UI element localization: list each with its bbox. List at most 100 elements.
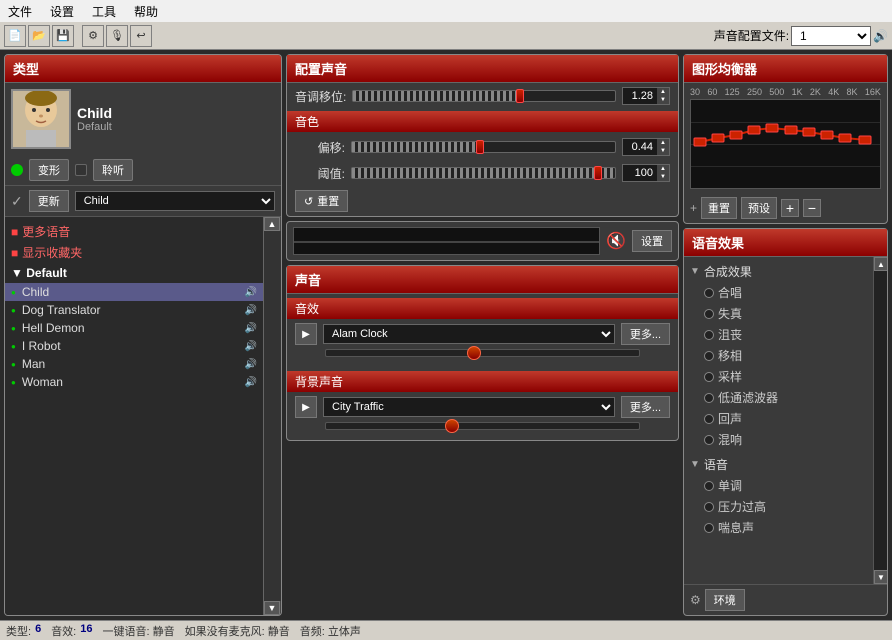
menu-help[interactable]: 帮助: [130, 3, 162, 20]
radio-phase: [704, 351, 714, 361]
avatar-info: Child Default: [77, 105, 275, 133]
reset-icon: ↺: [304, 195, 313, 208]
toolbar-open[interactable]: 📂: [28, 25, 50, 47]
eq-add-button[interactable]: +: [781, 199, 799, 217]
bg-slider-thumb[interactable]: [445, 419, 459, 433]
effect-phase[interactable]: 移相: [690, 345, 867, 366]
effect-lowpass[interactable]: 低通滤波器: [690, 387, 867, 408]
tree-scroll-down[interactable]: ▼: [264, 601, 280, 615]
toolbar-new[interactable]: 📄: [4, 25, 26, 47]
eq-grid-container: [684, 99, 887, 189]
voice-config-select[interactable]: 1: [791, 26, 871, 46]
voice-config-label: 声音配置文件:: [714, 27, 789, 44]
voice-type-select[interactable]: Child: [75, 191, 275, 211]
effect-distort[interactable]: 失真: [690, 303, 867, 324]
voice-item-dog[interactable]: ● Dog Translator 🔊: [5, 301, 263, 319]
pitch-down[interactable]: ▼: [657, 96, 669, 104]
pitch-value-box: 1.28 ▲ ▼: [622, 87, 670, 105]
effects-scroll-up[interactable]: ▲: [874, 257, 887, 271]
voice-effects-label: 语音: [704, 456, 728, 473]
bg-more-button[interactable]: 更多...: [621, 396, 670, 418]
sfx-slider[interactable]: [325, 349, 640, 357]
bg-play-button[interactable]: ▶: [295, 396, 317, 418]
waveform-settings-button[interactable]: 设置: [632, 230, 672, 252]
config-reset-button[interactable]: ↺ 重置: [295, 190, 348, 212]
synthesis-header[interactable]: ▼ 合成效果: [690, 261, 867, 282]
listen-button[interactable]: 聆听: [93, 159, 133, 181]
radio-chorus: [704, 288, 714, 298]
status-mic-label: 如果没有麦克风: 静音: [185, 623, 290, 639]
threshold-spinners[interactable]: ▲ ▼: [657, 165, 669, 181]
eq-preset-button[interactable]: 预设: [741, 197, 777, 219]
voice-item-man[interactable]: ● Man 🔊: [5, 355, 263, 373]
effect-reverb[interactable]: 混响: [690, 429, 867, 450]
threshold-value: 100: [623, 166, 657, 180]
voice-item-robot[interactable]: ● I Robot 🔊: [5, 337, 263, 355]
tree-scroll-up[interactable]: ▲: [264, 217, 280, 231]
show-favorites-item[interactable]: ■ 显示收藏夹: [5, 242, 263, 263]
status-mic: 如果没有麦克风: 静音: [185, 623, 290, 639]
check-icon: ✓: [11, 193, 23, 210]
eq-reset-button[interactable]: 重置: [701, 197, 737, 219]
effect-sample[interactable]: 采样: [690, 366, 867, 387]
toolbar-save[interactable]: 💾: [52, 25, 74, 47]
offset-slider-track[interactable]: [351, 141, 616, 153]
bg-slider[interactable]: [325, 422, 640, 430]
radio-echo: [704, 414, 714, 424]
offset-down[interactable]: ▼: [657, 147, 669, 155]
effect-chorus[interactable]: 合唱: [690, 282, 867, 303]
effects-scroll-down[interactable]: ▼: [874, 570, 887, 584]
more-voices-item[interactable]: ■ 更多语音: [5, 221, 263, 242]
pitch-spinners[interactable]: ▲ ▼: [657, 88, 669, 104]
toolbar-record[interactable]: 🎙: [106, 25, 128, 47]
offset-up[interactable]: ▲: [657, 139, 669, 147]
sfx-label: 音效: [287, 298, 678, 319]
menu-settings[interactable]: 设置: [46, 3, 78, 20]
sfx-more-button[interactable]: 更多...: [621, 323, 670, 345]
voice-item-woman[interactable]: ● Woman 🔊: [5, 373, 263, 391]
effect-depress[interactable]: 沮丧: [690, 324, 867, 345]
threshold-down[interactable]: ▼: [657, 173, 669, 181]
eq-freq-row: 30 60 125 250 500 1K 2K 4K 8K 16K: [684, 83, 887, 97]
status-type: 类型: 6: [6, 623, 41, 639]
update-button[interactable]: 更新: [29, 190, 69, 212]
offset-spinners[interactable]: ▲ ▼: [657, 139, 669, 155]
eq-plus-icon: +: [690, 201, 697, 215]
effect-overpressure[interactable]: 压力过高: [690, 496, 867, 517]
eq-controls: + 重置 预设 + −: [684, 193, 887, 223]
effect-whisper[interactable]: 喘息声: [690, 517, 867, 538]
voice-group: ▼ 语音 单调 压力过高 喘息声: [690, 454, 867, 538]
status-hotkey-label: 一键语音: 静音: [103, 623, 175, 639]
env-button[interactable]: 环境: [705, 589, 745, 611]
effect-echo[interactable]: 回声: [690, 408, 867, 429]
menu-file[interactable]: 文件: [4, 3, 36, 20]
pitch-up[interactable]: ▲: [657, 88, 669, 96]
sfx-select[interactable]: Alam Clock: [323, 324, 615, 344]
menu-tools[interactable]: 工具: [88, 3, 120, 20]
voice-item-child[interactable]: ● Child 🔊: [5, 283, 263, 301]
bg-select[interactable]: City Traffic: [323, 397, 615, 417]
toolbar: 📄 📂 💾 ⚙ 🎙 ↩ 声音配置文件: 1 🔊: [0, 22, 892, 50]
radio-overpressure: [704, 502, 714, 512]
radio-lowpass: [704, 393, 714, 403]
pitch-slider-track[interactable]: [352, 90, 616, 102]
toolbar-settings[interactable]: ⚙: [82, 25, 104, 47]
effects-content: ▼ 合成效果 合唱 失真 沮丧: [684, 257, 873, 584]
sfx-slider-thumb[interactable]: [467, 346, 481, 360]
default-folder[interactable]: ▼ Default: [5, 263, 263, 283]
avatar-default: Default: [77, 121, 275, 133]
voice-expand-icon: ▼: [690, 459, 700, 470]
eq-minus-button[interactable]: −: [803, 199, 821, 217]
avatar: [11, 89, 71, 149]
morph-button[interactable]: 变形: [29, 159, 69, 181]
sfx-play-button[interactable]: ▶: [295, 323, 317, 345]
voice-header[interactable]: ▼ 语音: [690, 454, 867, 475]
voice-config-icon: 🔊: [873, 29, 888, 43]
env-icon: ⚙: [690, 593, 701, 607]
threshold-slider-track[interactable]: [351, 167, 616, 179]
threshold-up[interactable]: ▲: [657, 165, 669, 173]
toolbar-undo[interactable]: ↩: [130, 25, 152, 47]
synthesis-group: ▼ 合成效果 合唱 失真 沮丧: [690, 261, 867, 450]
voice-item-hell[interactable]: ● Hell Demon 🔊: [5, 319, 263, 337]
effect-monotone[interactable]: 单调: [690, 475, 867, 496]
